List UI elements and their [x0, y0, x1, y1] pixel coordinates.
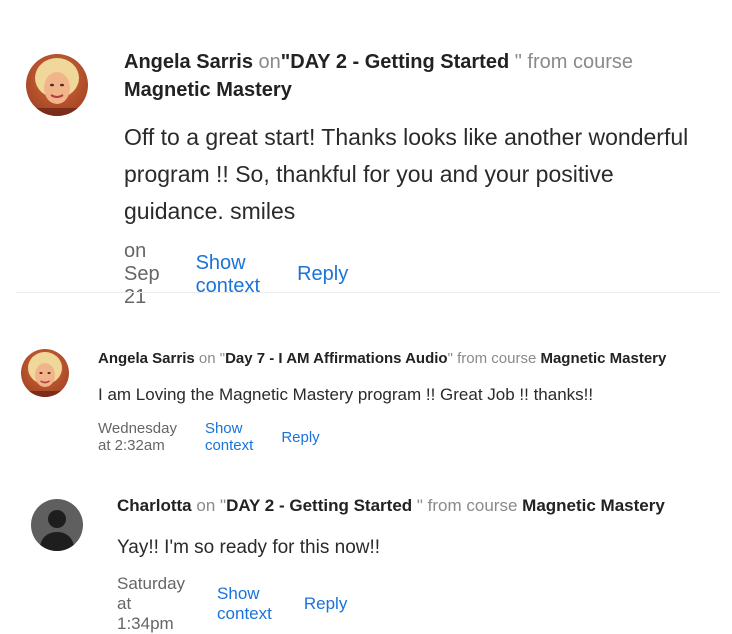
on-word: on	[198, 350, 216, 367]
author-name[interactable]: Angela Sarris	[124, 51, 253, 73]
comment-date: Saturday at 1:34pm	[117, 574, 186, 633]
user-photo-icon	[26, 54, 88, 116]
user-photo-icon	[21, 349, 69, 397]
on-word: on	[196, 496, 216, 515]
author-name[interactable]: Angela Sarris	[98, 350, 195, 367]
avatar[interactable]	[31, 499, 83, 551]
comment-header: Angela Sarris on "Day 7 - I AM Affirmati…	[98, 348, 718, 369]
comment-meta: Saturday at 1:34pm Show context Reply	[117, 574, 347, 634]
divider	[16, 292, 720, 293]
comment-date: on Sep 21	[124, 240, 160, 308]
lesson-title[interactable]: DAY 2 - Getting Started	[226, 496, 412, 515]
comment-text: I am Loving the Magnetic Mastery program…	[98, 385, 594, 404]
reply-link[interactable]: Reply	[297, 263, 348, 286]
reply-link[interactable]: Reply	[304, 594, 347, 614]
lesson-title[interactable]: Day 7 - I AM Affirmations Audio	[225, 350, 448, 367]
from-course-label: from course	[427, 496, 518, 515]
default-user-silhouette-icon	[31, 499, 83, 551]
course-name[interactable]: Magnetic Mastery	[522, 496, 665, 515]
comment-meta: on Sep 21 Show context Reply	[124, 240, 348, 309]
comment-date: Wednesday at 2:32am	[98, 420, 177, 454]
comment-text: Off to a great start! Thanks looks like …	[124, 124, 689, 224]
lesson-title[interactable]: DAY 2 - Getting Started	[290, 51, 509, 73]
from-course-label: from course	[527, 51, 633, 73]
course-name[interactable]: Magnetic Mastery	[540, 350, 666, 367]
avatar[interactable]	[21, 349, 69, 397]
show-context-link[interactable]: Show context	[217, 584, 272, 624]
lesson-open-quote: "	[280, 51, 291, 73]
lesson-close-quote: "	[447, 350, 453, 367]
avatar[interactable]	[26, 54, 88, 116]
reply-link[interactable]: Reply	[281, 429, 319, 446]
course-name[interactable]: Magnetic Mastery	[124, 79, 292, 101]
show-context-link[interactable]: Show context	[205, 420, 253, 454]
lesson-close-quote: "	[509, 51, 522, 73]
show-context-link[interactable]: Show context	[196, 252, 260, 298]
comment-text: Yay!! I'm so ready for this now!!	[117, 537, 381, 558]
author-name[interactable]: Charlotta	[117, 496, 192, 515]
from-course-label: from course	[457, 350, 537, 367]
comment-header: Angela Sarris on"DAY 2 - Getting Started…	[124, 48, 704, 104]
comment-meta: Wednesday at 2:32am Show context Reply	[98, 420, 320, 454]
on-word: on	[258, 51, 281, 73]
lesson-close-quote: "	[412, 496, 423, 515]
comment-header: Charlotta on "DAY 2 - Getting Started " …	[117, 494, 717, 518]
